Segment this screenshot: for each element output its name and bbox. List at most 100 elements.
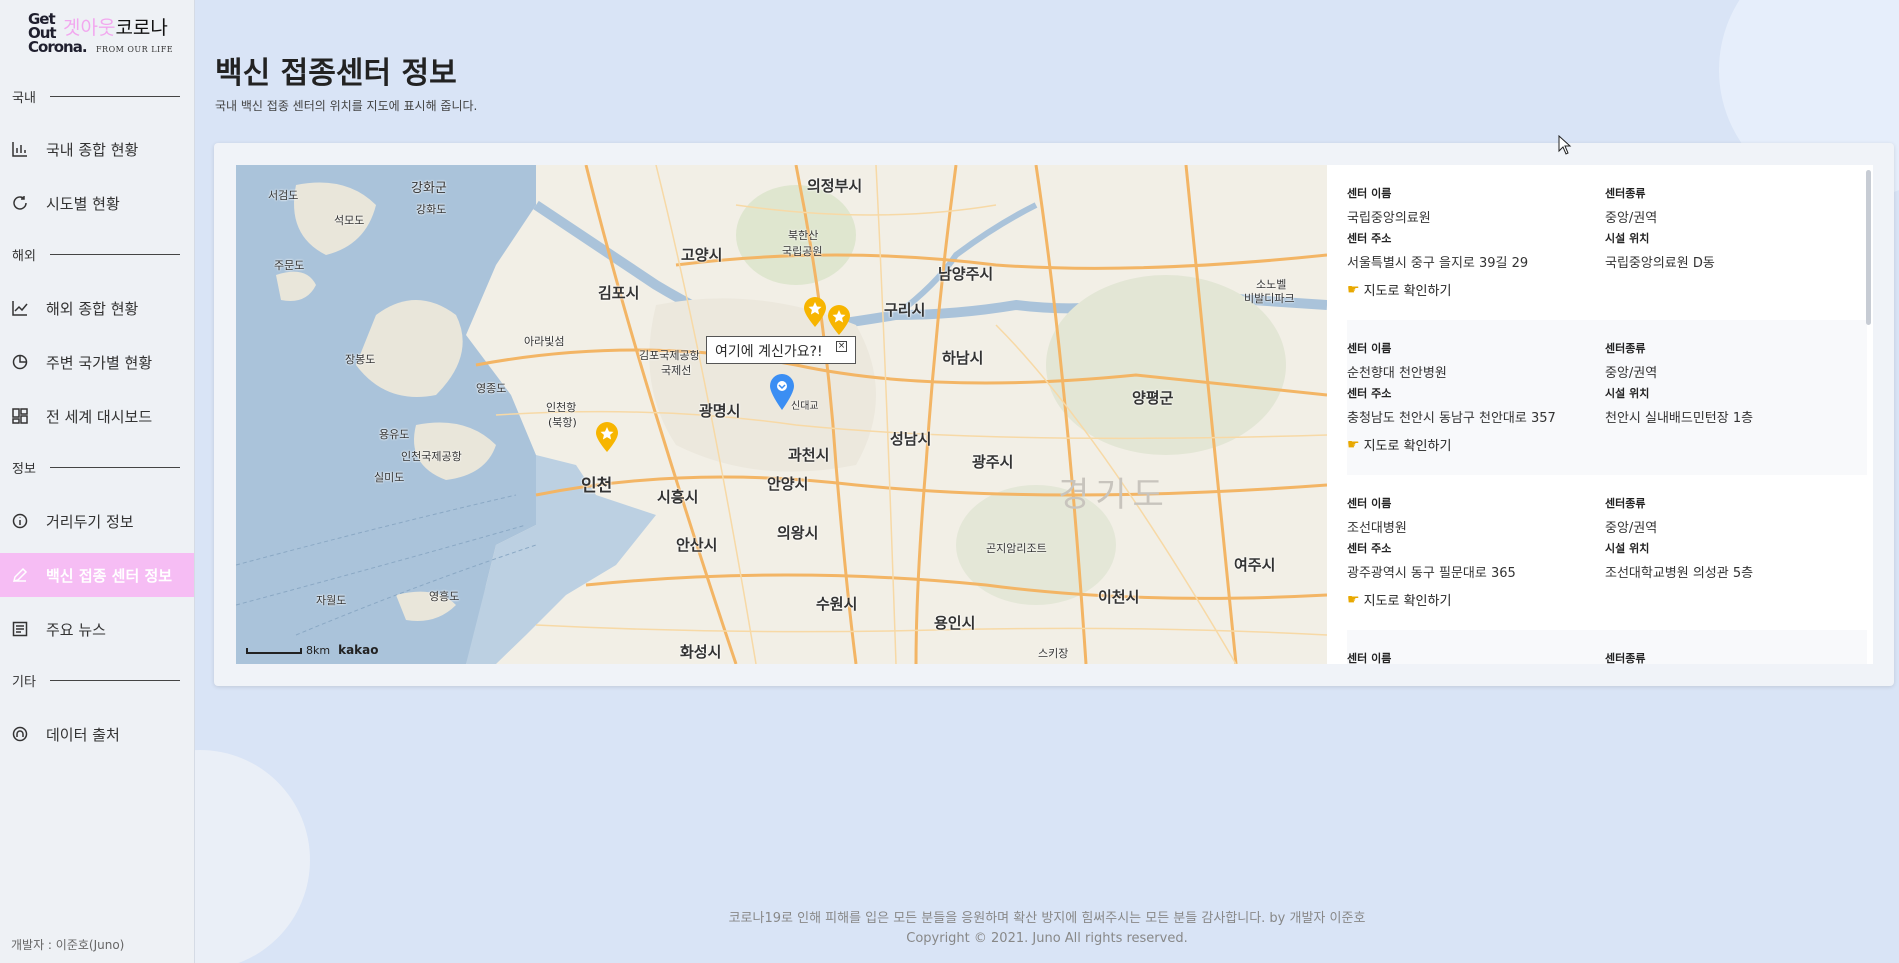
- view-on-map-link[interactable]: ☛ 지도로 확인하기: [1347, 280, 1451, 300]
- map-label: 경기도: [1058, 475, 1170, 515]
- map-scale: 8km kakao: [246, 643, 379, 657]
- map-label: 영종도: [476, 382, 507, 395]
- sidebar-item-overseas-overview[interactable]: 해외 종합 현황: [0, 286, 194, 330]
- map-label: 고양시: [681, 246, 723, 264]
- center-type: 중앙/권역: [1605, 366, 1658, 381]
- map-label: 시흥시: [657, 488, 699, 506]
- vaccine-center-marker[interactable]: [826, 304, 852, 336]
- pointing-hand-icon: ☛: [1347, 436, 1360, 453]
- news-icon: [12, 621, 28, 637]
- info-icon: [12, 513, 28, 529]
- map-label: 의정부시: [807, 177, 863, 195]
- bar-chart-icon: [12, 141, 28, 157]
- sidebar-item-data-source[interactable]: 데이터 출처: [0, 712, 194, 756]
- map[interactable]: 의정부시 강화군 강화도 서검도 석모도 주문도 김포시 고양시 북한산 국립공…: [236, 165, 1327, 664]
- map-label: 하남시: [942, 349, 984, 367]
- section-domestic: 국내: [12, 88, 180, 106]
- map-label: 양평군: [1132, 389, 1174, 407]
- map-label: 인천: [581, 476, 613, 496]
- center-facility: 조선대학교병원 의성관 5층: [1605, 566, 1754, 581]
- map-label: 국립공원: [782, 245, 823, 258]
- sidebar-item-news[interactable]: 주요 뉴스: [0, 607, 194, 651]
- logo-title: 겟아웃코로나: [63, 17, 168, 39]
- map-label: 강화군: [411, 181, 447, 196]
- mouse-cursor-icon: [1558, 135, 1572, 155]
- map-label: 인천국제공항: [401, 450, 462, 463]
- center-facility: 국립중앙의료원 D동: [1605, 256, 1715, 271]
- list-scrollbar[interactable]: [1866, 170, 1871, 325]
- map-background: [236, 165, 1327, 664]
- map-label: 이천시: [1098, 588, 1140, 606]
- map-label: 석모도: [334, 214, 365, 227]
- center-name: 국립중앙의료원: [1347, 211, 1431, 226]
- close-icon[interactable]: ×: [836, 341, 847, 352]
- map-label: 성남시: [890, 430, 932, 448]
- center-type: 중앙/권역: [1605, 521, 1658, 536]
- vaccine-center-marker[interactable]: [802, 296, 828, 328]
- vaccine-center-marker[interactable]: [594, 421, 620, 453]
- map-label: 곤지암리조트: [986, 542, 1047, 555]
- map-label: 서검도: [268, 189, 299, 202]
- map-label: 실미도: [374, 471, 405, 484]
- view-on-map-link[interactable]: ☛ 지도로 확인하기: [1347, 435, 1451, 455]
- map-label: (북항): [548, 416, 577, 429]
- vaccine-center-list[interactable]: 센터 이름 국립중앙의료원 센터종류 중앙/권역 센터 주소 서울특별시 중구 …: [1327, 165, 1873, 664]
- pie-chart-icon: [12, 354, 28, 370]
- page-title: 백신 접종센터 정보: [215, 56, 457, 91]
- center-item: 센터 이름 센터종류: [1347, 630, 1867, 664]
- source-icon: [12, 726, 28, 742]
- map-label: 안산시: [676, 536, 718, 554]
- map-label: 안양시: [767, 475, 809, 493]
- logo[interactable]: Get Out Corona. 겟아웃코로나 FROM OUR LIFE: [28, 12, 178, 58]
- center-address: 광주광역시 동구 필문대로 365: [1347, 566, 1516, 581]
- center-address: 충청남도 천안시 동남구 천안대로 357: [1347, 411, 1556, 426]
- map-label: 광명시: [699, 402, 741, 420]
- map-label: 인천항: [546, 401, 577, 414]
- map-label: 북한산: [788, 229, 819, 242]
- map-label: 아라빛섬: [524, 335, 565, 348]
- circle-refresh-icon: [12, 195, 28, 211]
- sidebar-item-distancing[interactable]: 거리두기 정보: [0, 499, 194, 543]
- sidebar-item-world-dashboard[interactable]: 전 세계 대시보드: [0, 394, 194, 438]
- center-name: 순천향대 천안병원: [1347, 366, 1447, 381]
- center-address: 서울특별시 중구 을지로 39길 29: [1347, 256, 1529, 271]
- map-label: 영흥도: [429, 590, 460, 603]
- logo-tagline: FROM OUR LIFE: [96, 45, 174, 54]
- scale-bar: [246, 648, 302, 654]
- dashboard-icon: [12, 408, 28, 424]
- line-chart-icon: [12, 300, 28, 316]
- map-label: 장봉도: [345, 353, 376, 366]
- map-label: 의왕시: [777, 524, 819, 542]
- sidebar-item-domestic-overview[interactable]: 국내 종합 현황: [0, 127, 194, 171]
- view-on-map-link[interactable]: ☛ 지도로 확인하기: [1347, 590, 1451, 610]
- map-label: 김포시: [598, 284, 640, 302]
- current-location-marker[interactable]: [769, 373, 795, 411]
- center-type: 중앙/권역: [1605, 211, 1658, 226]
- pointing-hand-icon: ☛: [1347, 591, 1360, 608]
- map-label: 강화도: [416, 203, 447, 216]
- sidebar-item-by-region[interactable]: 시도별 현황: [0, 181, 194, 225]
- map-label: 주문도: [274, 259, 305, 272]
- sidebar: Get Out Corona. 겟아웃코로나 FROM OUR LIFE 국내 …: [0, 0, 195, 963]
- map-label: 수원시: [816, 595, 858, 613]
- map-label: 비발디파크: [1244, 292, 1295, 305]
- map-label: 스키장: [1038, 647, 1069, 660]
- footer-copyright: Copyright © 2021. Juno All rights reserv…: [906, 931, 1188, 946]
- sidebar-item-vaccine-centers[interactable]: 백신 접종 센터 정보: [0, 553, 194, 597]
- section-info: 정보: [12, 459, 180, 477]
- center-item: 센터 이름 국립중앙의료원 센터종류 중앙/권역 센터 주소 서울특별시 중구 …: [1347, 187, 1715, 300]
- map-label: 용유도: [379, 428, 410, 441]
- map-label: 자월도: [316, 594, 347, 607]
- pen-icon: [12, 567, 28, 583]
- center-name: 조선대병원: [1347, 521, 1407, 536]
- map-label: 신대교: [791, 401, 819, 412]
- pointing-hand-icon: ☛: [1347, 281, 1360, 298]
- sidebar-item-nearby-countries[interactable]: 주변 국가별 현황: [0, 340, 194, 384]
- map-label: 화성시: [680, 643, 722, 661]
- location-popup: 여기에 계신가요?! ×: [706, 336, 856, 364]
- map-label: 남양주시: [938, 265, 994, 283]
- center-item: 센터 이름 조선대병원 센터종류 중앙/권역 센터 주소 광주광역시 동구 필문…: [1347, 497, 1754, 610]
- section-overseas: 해외: [12, 246, 180, 264]
- map-label: 과천시: [788, 446, 830, 464]
- map-label: 구리시: [884, 301, 926, 319]
